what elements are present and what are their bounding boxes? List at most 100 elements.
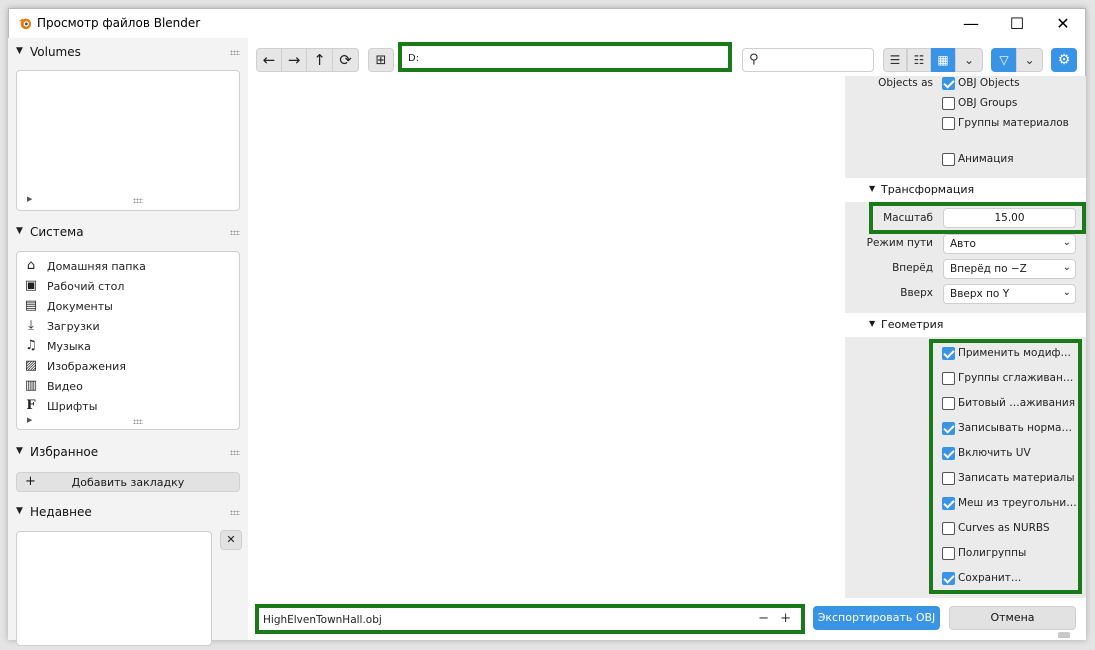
drag-handle-icon[interactable] bbox=[230, 510, 240, 515]
option-label: Curves as NURBS bbox=[958, 522, 1050, 534]
sidebar-item-downloads[interactable]: ⤓ Загрузки bbox=[23, 316, 233, 336]
drag-handle-icon[interactable] bbox=[230, 450, 240, 455]
maximize-button[interactable]: ☐ bbox=[994, 8, 1040, 38]
filter-toggle-button[interactable]: ▽ bbox=[991, 48, 1017, 72]
checkbox[interactable] bbox=[942, 97, 955, 110]
view-options-dropdown[interactable]: ⌄ bbox=[955, 48, 983, 72]
option-triangulate-mesh[interactable]: Меш из треугольни… bbox=[942, 494, 1078, 514]
filename-input[interactable]: HighElvenTownHall.obj − + bbox=[255, 604, 805, 634]
objects-as-label: Objects as bbox=[878, 77, 933, 89]
path-mode-select[interactable]: Авто ⌄ bbox=[943, 234, 1076, 254]
volumes-header[interactable]: ▼ Volumes bbox=[8, 42, 248, 64]
increment-button[interactable]: + bbox=[780, 611, 791, 626]
system-title: Система bbox=[30, 225, 84, 239]
system-list: ⌂ Домашняя папка ▣ Рабочий стол ▤ Докуме… bbox=[16, 251, 240, 430]
option-material-groups[interactable]: Группы материалов bbox=[942, 114, 1078, 134]
checkbox[interactable] bbox=[942, 117, 955, 130]
favorites-header[interactable]: ▼ Избранное bbox=[8, 442, 248, 464]
recent-list bbox=[16, 531, 212, 646]
option-bitflag-smooth-groups[interactable]: Битовый …аживания bbox=[942, 394, 1078, 414]
checkbox[interactable] bbox=[942, 547, 955, 560]
sidebar-item-video[interactable]: ▥ Видео bbox=[23, 376, 233, 396]
cancel-button[interactable]: Отмена bbox=[949, 606, 1076, 630]
resize-handle-icon[interactable] bbox=[133, 419, 143, 424]
close-button[interactable]: ✕ bbox=[1040, 8, 1086, 38]
drag-handle-icon[interactable] bbox=[230, 230, 240, 235]
geometry-section-header[interactable]: ▼ Геометрия bbox=[845, 313, 1086, 337]
checkbox[interactable] bbox=[942, 422, 955, 435]
option-animation[interactable]: Анимация bbox=[942, 150, 1078, 170]
collapse-arrow-icon: ▼ bbox=[869, 184, 876, 193]
option-write-materials[interactable]: Записать материалы bbox=[942, 469, 1078, 489]
sidebar-item-home[interactable]: ⌂ Домашняя папка bbox=[23, 256, 233, 276]
sidebar-item-desktop[interactable]: ▣ Рабочий стол bbox=[23, 276, 233, 296]
scale-value: 15.00 bbox=[994, 212, 1025, 224]
view-vertical-list-button[interactable]: ☰ bbox=[883, 48, 907, 72]
checkbox[interactable] bbox=[942, 522, 955, 535]
parent-directory-button[interactable]: ↑ bbox=[306, 48, 333, 72]
checkbox[interactable] bbox=[942, 497, 955, 510]
option-polygroups[interactable]: Полигруппы bbox=[942, 544, 1078, 564]
option-obj-objects[interactable]: OBJ Objects bbox=[942, 74, 1078, 94]
refresh-button[interactable]: ⟳ bbox=[332, 48, 359, 72]
sidebar-item-music[interactable]: ♫ Музыка bbox=[23, 336, 233, 356]
option-label: Группы сглаживан… bbox=[958, 372, 1074, 384]
filter-options-dropdown[interactable]: ⌄ bbox=[1016, 48, 1043, 72]
home-icon: ⌂ bbox=[26, 258, 36, 273]
option-include-uv[interactable]: Включить UV bbox=[942, 444, 1078, 464]
forward-axis-value: Вперёд по −Z bbox=[950, 263, 1027, 275]
expand-arrow-icon[interactable]: ▶ bbox=[27, 195, 32, 203]
scale-field[interactable]: 15.00 bbox=[943, 208, 1076, 228]
sidebar-item-fonts[interactable]: F Шрифты bbox=[23, 396, 233, 416]
resize-grip-icon[interactable] bbox=[1058, 632, 1070, 638]
file-list-area[interactable] bbox=[248, 76, 845, 598]
clear-recent-button[interactable]: ✕ bbox=[220, 530, 242, 550]
option-write-normals[interactable]: Записывать норма… bbox=[942, 419, 1078, 439]
checkbox[interactable] bbox=[942, 347, 955, 360]
search-input[interactable]: ⚲ bbox=[742, 48, 874, 72]
export-obj-button[interactable]: Экспортировать OBJ bbox=[813, 606, 940, 630]
music-icon: ♫ bbox=[25, 338, 37, 353]
drag-handle-icon[interactable] bbox=[230, 50, 240, 55]
option-keep-vertex-order[interactable]: Сохранит… bbox=[942, 569, 1078, 589]
system-header[interactable]: ▼ Система bbox=[8, 222, 248, 244]
sidebar-item-images[interactable]: ▨ Изображения bbox=[23, 356, 233, 376]
option-apply-modifiers[interactable]: Применить модиф… bbox=[942, 344, 1078, 364]
chevron-down-icon: ⌄ bbox=[1062, 262, 1071, 273]
sidebar-item-label: Загрузки bbox=[47, 320, 100, 333]
new-folder-button[interactable]: ⊞ bbox=[368, 48, 394, 72]
checkbox[interactable] bbox=[942, 153, 955, 166]
checkbox[interactable] bbox=[942, 77, 955, 90]
option-label: Битовый …аживания bbox=[958, 397, 1076, 409]
checkbox[interactable] bbox=[942, 447, 955, 460]
option-curves-as-nurbs[interactable]: Curves as NURBS bbox=[942, 519, 1078, 539]
recent-header[interactable]: ▼ Недавнее bbox=[8, 502, 248, 524]
up-axis-select[interactable]: Вверх по Y ⌄ bbox=[943, 284, 1076, 304]
add-bookmark-button[interactable]: + Добавить закладку bbox=[16, 472, 240, 492]
forward-button[interactable]: → bbox=[281, 48, 307, 72]
view-thumbnails-button[interactable]: ▦ bbox=[931, 48, 955, 72]
option-label: Записывать норма… bbox=[958, 422, 1072, 434]
back-button[interactable]: ← bbox=[256, 48, 282, 72]
decrement-button[interactable]: − bbox=[758, 611, 769, 626]
option-smooth-groups[interactable]: Группы сглаживан… bbox=[942, 369, 1078, 389]
checkbox[interactable] bbox=[942, 397, 955, 410]
checkbox[interactable] bbox=[942, 372, 955, 385]
path-input[interactable]: D: bbox=[398, 42, 732, 72]
resize-handle-icon[interactable] bbox=[133, 198, 143, 203]
option-label: Записать материалы bbox=[958, 472, 1075, 484]
minimize-button[interactable]: — bbox=[948, 8, 994, 38]
settings-button[interactable]: ⚙ bbox=[1051, 48, 1077, 72]
option-obj-groups[interactable]: OBJ Groups bbox=[942, 94, 1078, 114]
forward-axis-select[interactable]: Вперёд по −Z ⌄ bbox=[943, 259, 1076, 279]
view-horizontal-list-button[interactable]: ☷ bbox=[907, 48, 931, 72]
expand-arrow-icon[interactable]: ▶ bbox=[27, 416, 32, 424]
collapse-arrow-icon: ▼ bbox=[16, 226, 23, 236]
checkbox[interactable] bbox=[942, 572, 955, 585]
transform-title: Трансформация bbox=[881, 183, 975, 196]
checkbox[interactable] bbox=[942, 472, 955, 485]
sidebar-item-documents[interactable]: ▤ Документы bbox=[23, 296, 233, 316]
transform-section-header[interactable]: ▼ Трансформация bbox=[845, 178, 1086, 202]
search-icon: ⚲ bbox=[749, 52, 759, 67]
path-mode-label: Режим пути bbox=[866, 237, 933, 249]
